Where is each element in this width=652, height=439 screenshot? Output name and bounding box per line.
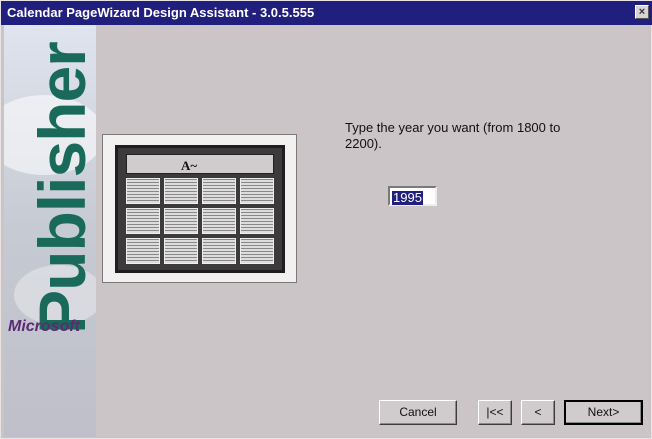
month-thumbnail bbox=[126, 208, 160, 234]
title-bar: Calendar PageWizard Design Assistant - 3… bbox=[1, 1, 652, 25]
next-button[interactable]: Next> bbox=[564, 400, 643, 425]
calendar-header: A~ bbox=[126, 154, 274, 174]
year-prompt: Type the year you want (from 1800 to 220… bbox=[345, 120, 561, 151]
year-input[interactable]: 1995 bbox=[388, 186, 437, 206]
month-thumbnail bbox=[126, 178, 160, 204]
month-thumbnail bbox=[202, 178, 236, 204]
back-button[interactable]: < bbox=[521, 400, 555, 425]
month-thumbnail bbox=[164, 178, 198, 204]
month-thumbnail bbox=[202, 238, 236, 264]
year-input-value: 1995 bbox=[392, 190, 423, 205]
calendar-month-grid bbox=[126, 178, 274, 264]
wizard-window: Calendar PageWizard Design Assistant - 3… bbox=[0, 0, 652, 439]
microsoft-logo-text: Microsoft bbox=[8, 318, 80, 335]
month-thumbnail bbox=[164, 208, 198, 234]
window-title: Calendar PageWizard Design Assistant - 3… bbox=[7, 5, 315, 20]
first-page-button[interactable]: |<< bbox=[478, 400, 512, 425]
publisher-sidebar: Publisher Microsoft bbox=[4, 25, 96, 437]
month-thumbnail bbox=[240, 238, 274, 264]
month-thumbnail bbox=[240, 178, 274, 204]
month-thumbnail bbox=[240, 208, 274, 234]
publisher-logo-text: Publisher bbox=[25, 42, 96, 334]
calendar-thumbnail-icon: A~ bbox=[115, 145, 285, 273]
month-thumbnail bbox=[202, 208, 236, 234]
month-thumbnail bbox=[126, 238, 160, 264]
calendar-header-mark: A~ bbox=[181, 158, 198, 173]
calendar-preview: A~ bbox=[102, 134, 297, 283]
cancel-button[interactable]: Cancel bbox=[379, 400, 457, 425]
wizard-content: A~ Type the year you want (from 1800 to … bbox=[96, 25, 650, 437]
close-button[interactable]: × bbox=[635, 5, 649, 19]
month-thumbnail bbox=[164, 238, 198, 264]
